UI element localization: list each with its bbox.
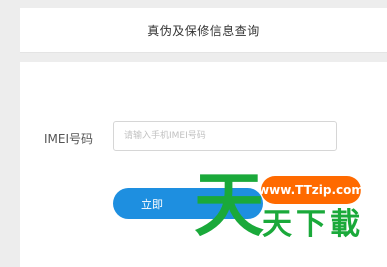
watermark-big-char: 天 [194, 164, 264, 246]
site-watermark-logo: 天 www.TTzip.com 天下載 [188, 168, 387, 267]
page-header: 真伪及保修信息查询 [20, 8, 387, 53]
imei-input[interactable] [113, 121, 337, 151]
page-title: 真伪及保修信息查询 [147, 23, 260, 38]
watermark-url-badge: www.TTzip.com [258, 176, 364, 204]
watermark-text: 天下載 [262, 207, 364, 242]
imei-label: IMEI号码 [44, 132, 94, 146]
